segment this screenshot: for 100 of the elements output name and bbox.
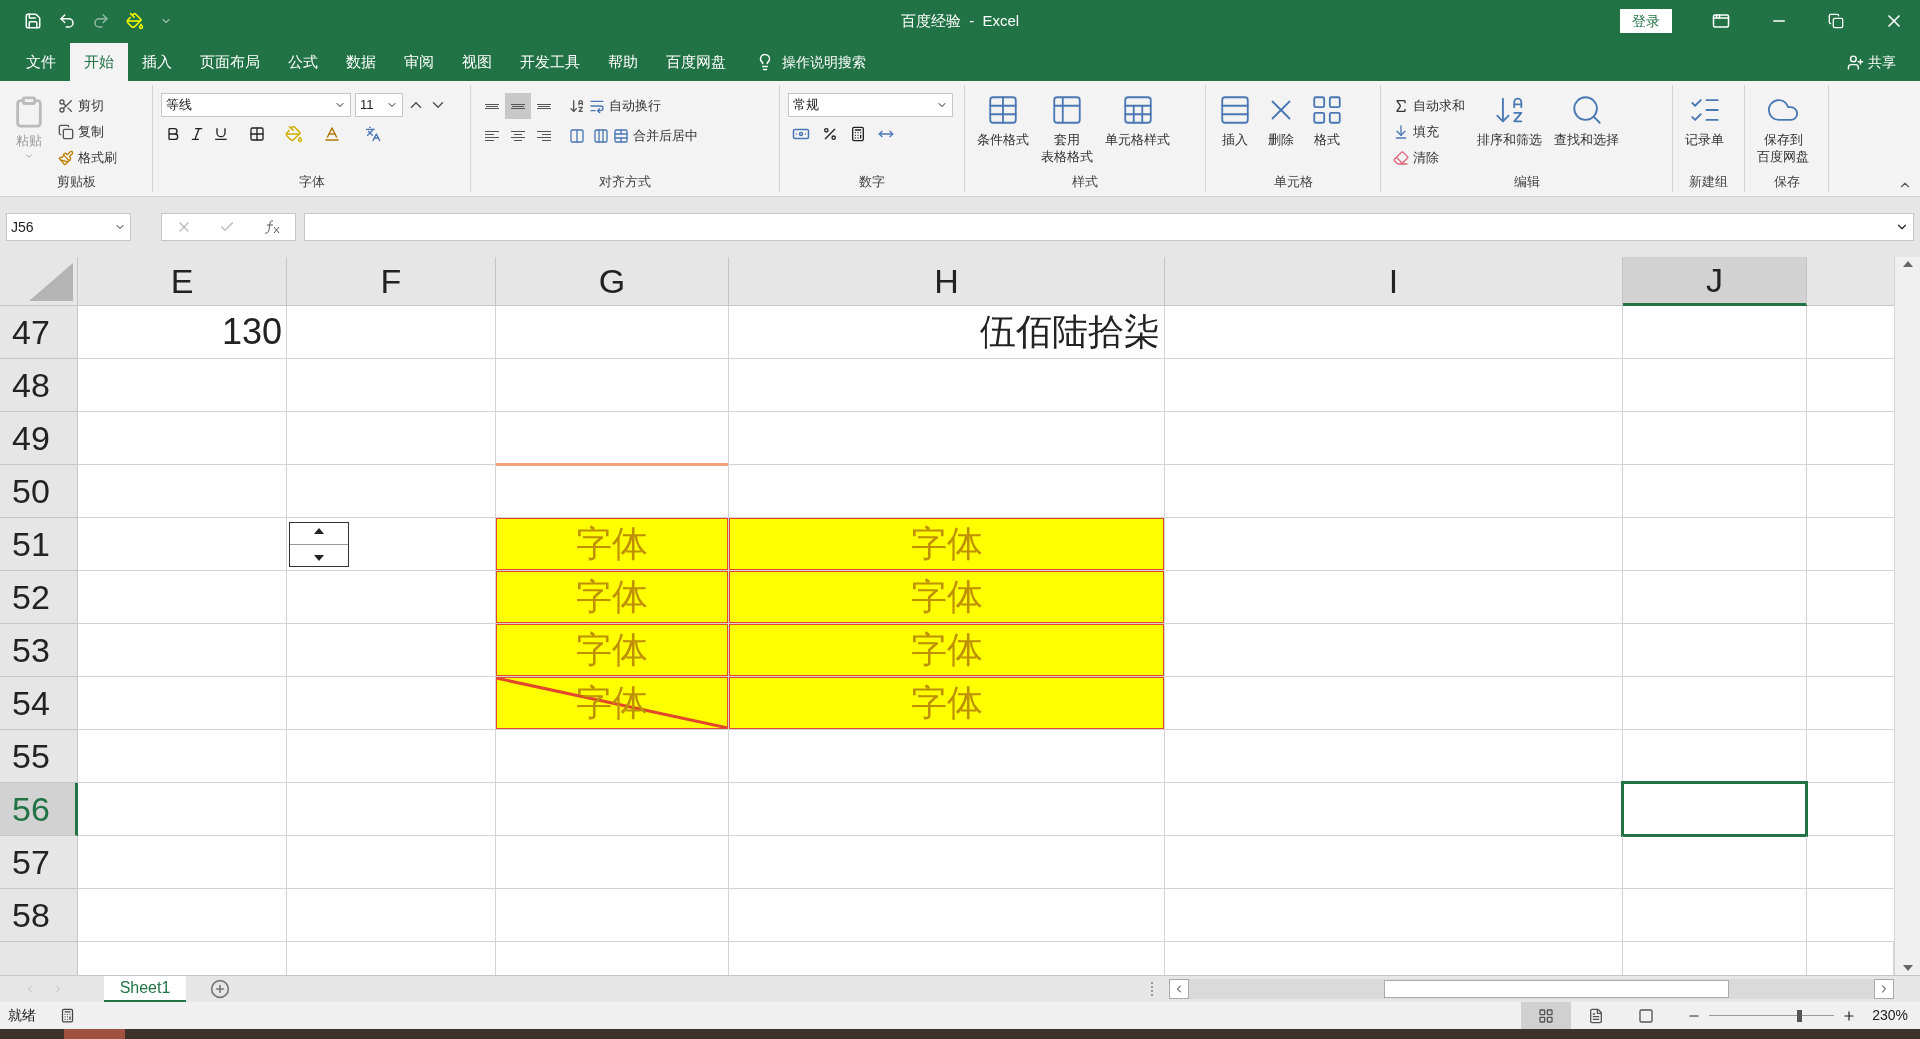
row-header[interactable]: 51 bbox=[0, 518, 78, 571]
sort-filter-button[interactable]: 排序和筛选 bbox=[1473, 93, 1546, 148]
empty-cell[interactable] bbox=[1623, 889, 1807, 942]
ribbon-display-icon[interactable] bbox=[1712, 12, 1730, 30]
merge-center-button[interactable]: 合并后居中 bbox=[609, 123, 702, 149]
empty-cell[interactable] bbox=[1165, 359, 1623, 412]
horizontal-scrollbar[interactable] bbox=[1169, 979, 1894, 999]
menu-tab[interactable]: 公式 bbox=[274, 43, 332, 81]
empty-cell[interactable] bbox=[1165, 730, 1623, 783]
empty-cell[interactable] bbox=[1165, 836, 1623, 889]
empty-cell[interactable] bbox=[1623, 518, 1807, 571]
cut-button[interactable]: 剪切 bbox=[54, 93, 121, 119]
empty-cell[interactable] bbox=[1165, 465, 1623, 518]
select-all-corner[interactable] bbox=[29, 263, 73, 301]
add-sheet-icon[interactable] bbox=[210, 979, 230, 999]
empty-cell[interactable] bbox=[1623, 359, 1807, 412]
cell-styles-button[interactable]: 单元格样式 bbox=[1101, 93, 1174, 148]
borders-icon[interactable] bbox=[249, 126, 265, 142]
delete-button[interactable]: 删除 bbox=[1260, 93, 1302, 148]
sheet-tab[interactable]: Sheet1 bbox=[104, 976, 186, 1002]
percent-icon[interactable] bbox=[822, 126, 838, 142]
font-name-field[interactable]: 等线 bbox=[161, 93, 351, 117]
underline-icon[interactable] bbox=[213, 126, 229, 142]
row-header[interactable]: 48 bbox=[0, 359, 78, 412]
row-header[interactable]: 56 bbox=[0, 783, 78, 836]
save-icon[interactable] bbox=[24, 12, 42, 30]
empty-cell[interactable] bbox=[496, 730, 729, 783]
column-header[interactable]: G bbox=[496, 257, 729, 306]
row-header[interactable]: 52 bbox=[0, 571, 78, 624]
empty-cell[interactable] bbox=[496, 306, 729, 359]
conditional-format-button[interactable]: 条件格式 bbox=[973, 93, 1033, 148]
menu-tab[interactable]: 审阅 bbox=[390, 43, 448, 81]
empty-cell[interactable]: 130 bbox=[78, 306, 287, 359]
scroll-up-icon[interactable] bbox=[1902, 261, 1913, 267]
empty-cell[interactable] bbox=[1165, 412, 1623, 465]
find-select-button[interactable]: 查找和选择 bbox=[1550, 93, 1623, 148]
table-format-button[interactable]: 套用 表格格式 bbox=[1037, 93, 1097, 165]
fill-color-icon[interactable] bbox=[285, 125, 303, 143]
empty-cell[interactable] bbox=[1623, 571, 1807, 624]
font-size-field[interactable]: 11 bbox=[355, 93, 403, 117]
empty-cell[interactable] bbox=[287, 306, 496, 359]
copy-button[interactable]: 复制 bbox=[54, 119, 121, 145]
name-box[interactable]: J56 bbox=[6, 213, 131, 241]
menu-tab[interactable]: 文件 bbox=[12, 43, 70, 81]
row-header[interactable]: 47 bbox=[0, 306, 78, 359]
formula-input[interactable] bbox=[304, 213, 1914, 241]
empty-cell[interactable] bbox=[1165, 306, 1623, 359]
empty-cell[interactable] bbox=[287, 359, 496, 412]
row-header[interactable]: 57 bbox=[0, 836, 78, 889]
empty-cell[interactable] bbox=[287, 412, 496, 465]
row-header[interactable]: 49 bbox=[0, 412, 78, 465]
paint-bucket-icon[interactable] bbox=[126, 12, 144, 30]
login-button[interactable]: 登录 bbox=[1620, 9, 1672, 33]
empty-cell[interactable] bbox=[729, 836, 1165, 889]
cloud-save-button[interactable]: 保存到 百度网盘 bbox=[1753, 93, 1813, 165]
column-header[interactable]: F bbox=[287, 257, 496, 306]
menu-tab[interactable]: 视图 bbox=[448, 43, 506, 81]
zoom-in-icon[interactable] bbox=[1842, 1008, 1857, 1023]
empty-cell[interactable] bbox=[496, 359, 729, 412]
empty-cell[interactable] bbox=[496, 836, 729, 889]
empty-cell[interactable] bbox=[1623, 412, 1807, 465]
vertical-scrollbar[interactable] bbox=[1894, 257, 1920, 975]
menu-tab[interactable]: 开发工具 bbox=[506, 43, 594, 81]
restore-icon[interactable] bbox=[1828, 13, 1844, 29]
phonetic-icon[interactable] bbox=[365, 126, 381, 142]
menu-tab[interactable]: 数据 bbox=[332, 43, 390, 81]
row-header[interactable]: 50 bbox=[0, 465, 78, 518]
font-color-icon[interactable] bbox=[323, 125, 341, 143]
row-header[interactable]: 53 bbox=[0, 624, 78, 677]
empty-cell[interactable] bbox=[1165, 889, 1623, 942]
empty-cell[interactable] bbox=[1623, 836, 1807, 889]
column-header[interactable]: E bbox=[78, 257, 287, 306]
italic-icon[interactable] bbox=[189, 126, 205, 142]
empty-cell[interactable] bbox=[287, 783, 496, 836]
empty-cell[interactable] bbox=[287, 730, 496, 783]
form-button[interactable]: 记录单 bbox=[1681, 93, 1728, 148]
empty-cell[interactable] bbox=[1623, 306, 1807, 359]
number-format-field[interactable]: 常规 bbox=[788, 93, 953, 117]
menu-tab[interactable]: 页面布局 bbox=[186, 43, 274, 81]
empty-cell[interactable] bbox=[496, 889, 729, 942]
undo-icon[interactable] bbox=[58, 12, 76, 30]
spin-button-control[interactable] bbox=[289, 521, 349, 567]
wrap-text-button[interactable]: 自动换行 bbox=[585, 93, 665, 119]
autosum-button[interactable]: 自动求和 bbox=[1389, 93, 1469, 119]
zoom-slider-thumb[interactable] bbox=[1797, 1009, 1803, 1022]
format-painter-button[interactable]: 格式刷 bbox=[54, 145, 121, 171]
empty-cell[interactable] bbox=[287, 836, 496, 889]
empty-cell[interactable] bbox=[1623, 624, 1807, 677]
bold-icon[interactable] bbox=[165, 126, 181, 142]
insert-button[interactable]: 插入 bbox=[1214, 93, 1256, 148]
zoom-level[interactable]: 230% bbox=[1872, 1005, 1908, 1026]
empty-cell[interactable] bbox=[496, 783, 729, 836]
empty-cell[interactable] bbox=[729, 359, 1165, 412]
scroll-down-icon[interactable] bbox=[1902, 965, 1913, 971]
menu-tab[interactable]: 插入 bbox=[128, 43, 186, 81]
menu-tab[interactable]: 开始 bbox=[70, 43, 128, 81]
empty-cell[interactable] bbox=[729, 889, 1165, 942]
empty-cell[interactable] bbox=[729, 783, 1165, 836]
empty-cell[interactable] bbox=[729, 412, 1165, 465]
function-icon[interactable] bbox=[263, 219, 282, 235]
